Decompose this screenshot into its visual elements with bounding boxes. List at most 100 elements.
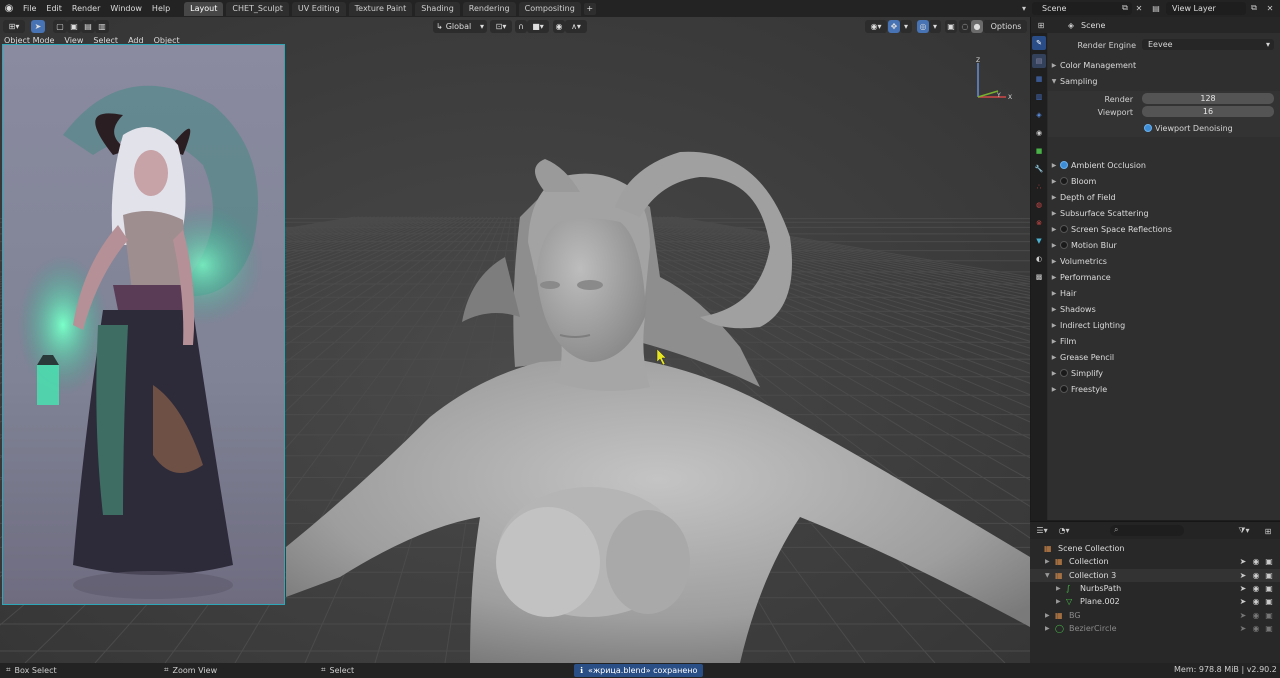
3d-viewport[interactable]: ⊞▾ ➤ ▢ ▣ ▤ ▥ ↳ Global ▾ ⊡▾ ∩ ■▾ ◉ ∧▾ ◉▾ … — [0, 17, 1030, 663]
tab-uv-editing[interactable]: UV Editing — [291, 1, 346, 16]
visibility-toggle-icon[interactable]: ◉ — [1251, 584, 1261, 593]
panel-simplify[interactable]: ▶ Simplify — [1048, 365, 1280, 381]
panel-hair[interactable]: ▶ Hair — [1048, 285, 1280, 301]
new-view-layer-icon[interactable]: ⧉ — [1248, 2, 1260, 14]
new-collection-icon[interactable]: ⊞ — [1262, 525, 1274, 537]
outliner-row[interactable]: ▶ ∫ NurbsPath ➤ ◉ ▣ — [1030, 582, 1280, 595]
render-engine-dropdown[interactable]: Eevee ▾ — [1142, 39, 1274, 50]
panel-enable-checkbox[interactable] — [1060, 369, 1068, 377]
options-button[interactable]: Options — [985, 20, 1027, 33]
output-tab-icon[interactable]: ▦ — [1032, 72, 1046, 86]
viewport-denoising-checkbox[interactable] — [1144, 124, 1152, 132]
render-toggle-icon[interactable]: ▣ — [1264, 611, 1274, 620]
render-toggle-icon[interactable]: ▣ — [1264, 557, 1274, 566]
scene-selector[interactable]: Scene — [1032, 2, 1132, 15]
display-mode-icon[interactable]: ◔▾ — [1058, 525, 1070, 537]
expand-toggle-icon[interactable]: ▶ — [1045, 612, 1050, 619]
menu-file[interactable]: File — [18, 4, 41, 13]
scene-browse-icon[interactable]: ▾ — [1018, 2, 1030, 14]
outliner-row[interactable]: ▶ ◯ BezierCircle ➤ ◉ ▣ — [1030, 622, 1280, 635]
visibility-toggle-icon[interactable]: ◉ — [1251, 597, 1261, 606]
panel-bloom[interactable]: ▶ Bloom — [1048, 173, 1280, 189]
tab-layout[interactable]: Layout — [184, 1, 224, 16]
panel-grease-pencil[interactable]: ▶ Grease Pencil — [1048, 349, 1280, 365]
select-toggle-icon[interactable]: ➤ — [1238, 584, 1248, 593]
panel-indirect-lighting[interactable]: ▶ Indirect Lighting — [1048, 317, 1280, 333]
visibility-toggle-icon[interactable]: ◉ — [1251, 611, 1261, 620]
tool-tab-icon[interactable]: ✎ — [1032, 36, 1046, 50]
navigation-gizmo[interactable]: Z Y X — [968, 57, 1018, 107]
tab-shading[interactable]: Shading — [415, 1, 460, 16]
data-tab-icon[interactable]: ▼ — [1032, 234, 1046, 248]
outliner-row[interactable]: ▶ ▦ Collection ➤ ◉ ▣ — [1030, 555, 1280, 568]
select-toggle-icon[interactable]: ➤ — [1238, 571, 1248, 580]
outliner-item-label[interactable]: Plane.002 — [1080, 597, 1120, 606]
expand-toggle-icon[interactable]: ▼ — [1045, 572, 1050, 579]
physics-tab-icon[interactable]: ◍ — [1032, 198, 1046, 212]
select-toggle-icon[interactable]: ➤ — [1238, 624, 1248, 633]
outliner-row[interactable]: ▶ ▦ BG ➤ ◉ ▣ — [1030, 609, 1280, 622]
delete-view-layer-icon[interactable]: ✕ — [1264, 2, 1276, 14]
visibility-toggle-icon[interactable]: ◉ — [1251, 624, 1261, 633]
panel-volumetrics[interactable]: ▶ Volumetrics — [1048, 253, 1280, 269]
add-workspace-button[interactable]: + — [583, 2, 596, 15]
tab-texture-paint[interactable]: Texture Paint — [348, 1, 413, 16]
panel-enable-checkbox[interactable] — [1060, 241, 1068, 249]
viewport-samples-field[interactable]: 16 — [1142, 106, 1274, 117]
panel-depth-of-field[interactable]: ▶ Depth of Field — [1048, 189, 1280, 205]
outliner-editor-type-icon[interactable]: ☰▾ — [1036, 525, 1048, 537]
menu-window[interactable]: Window — [105, 4, 147, 13]
panel-enable-checkbox[interactable] — [1060, 161, 1068, 169]
expand-toggle-icon[interactable]: ▶ — [1056, 598, 1061, 605]
panel-color-management[interactable]: ▶ Color Management — [1048, 57, 1280, 73]
delete-scene-icon[interactable]: ✕ — [1133, 2, 1145, 14]
panel-shadows[interactable]: ▶ Shadows — [1048, 301, 1280, 317]
panel-enable-checkbox[interactable] — [1060, 385, 1068, 393]
expand-toggle-icon[interactable]: ▶ — [1056, 585, 1061, 592]
render-toggle-icon[interactable]: ▣ — [1264, 624, 1274, 633]
reference-image[interactable] — [2, 44, 285, 605]
blender-logo-icon[interactable]: ◉ — [0, 3, 18, 14]
new-scene-icon[interactable]: ⧉ — [1119, 2, 1131, 14]
render-tab-icon[interactable]: ▤ — [1032, 54, 1046, 68]
expand-toggle-icon[interactable]: ▶ — [1045, 558, 1050, 565]
panel-screen-space-reflections[interactable]: ▶ Screen Space Reflections — [1048, 221, 1280, 237]
panel-enable-checkbox[interactable] — [1060, 225, 1068, 233]
panel-subsurface-scattering[interactable]: ▶ Subsurface Scattering — [1048, 205, 1280, 221]
tab-chet-sculpt[interactable]: CHET_Sculpt — [226, 1, 289, 16]
panel-freestyle[interactable]: ▶ Freestyle — [1048, 381, 1280, 397]
filter-icon[interactable]: ⧩▾ — [1238, 525, 1250, 537]
render-toggle-icon[interactable]: ▣ — [1264, 597, 1274, 606]
menu-edit[interactable]: Edit — [41, 4, 67, 13]
view-layer-browse-icon[interactable]: ▤ — [1150, 2, 1162, 14]
constraints-tab-icon[interactable]: ⊗ — [1032, 216, 1046, 230]
select-toggle-icon[interactable]: ➤ — [1238, 597, 1248, 606]
outliner-item-label[interactable]: Collection — [1069, 557, 1109, 566]
texture-tab-icon[interactable]: ▩ — [1032, 270, 1046, 284]
outliner-item-label[interactable]: Scene Collection — [1058, 544, 1125, 553]
viewport-denoising-row[interactable]: Viewport Denoising — [1048, 119, 1280, 137]
panel-enable-checkbox[interactable] — [1060, 177, 1068, 185]
scene-name[interactable]: Scene — [1042, 4, 1066, 13]
modifier-tab-icon[interactable]: 🔧 — [1032, 162, 1046, 176]
save-notification[interactable]: ℹ «жрица.blend» сохранено — [574, 664, 704, 677]
particles-tab-icon[interactable]: ∴ — [1032, 180, 1046, 194]
view-layer-name[interactable]: View Layer — [1172, 4, 1216, 13]
panel-film[interactable]: ▶ Film — [1048, 333, 1280, 349]
outliner-item-label[interactable]: Collection 3 — [1069, 571, 1116, 580]
outliner-row[interactable]: ▼ ▦ Collection 3 ➤ ◉ ▣ — [1030, 568, 1280, 582]
tab-compositing[interactable]: Compositing — [518, 1, 581, 16]
object-tab-icon[interactable]: ■ — [1032, 144, 1046, 158]
panel-sampling[interactable]: ▼ Sampling — [1048, 73, 1280, 89]
render-samples-field[interactable]: 128 — [1142, 93, 1274, 104]
view-layer-tab-icon[interactable]: ▥ — [1032, 90, 1046, 104]
view-layer-selector[interactable]: View Layer — [1166, 2, 1246, 15]
menu-help[interactable]: Help — [147, 4, 175, 13]
world-tab-icon[interactable]: ◉ — [1032, 126, 1046, 140]
outliner-item-label[interactable]: NurbsPath — [1080, 584, 1121, 593]
outliner-row[interactable]: ▦ Scene Collection — [1030, 542, 1280, 555]
outliner-row[interactable]: ▶ ▽ Plane.002 ➤ ◉ ▣ — [1030, 595, 1280, 608]
panel-motion-blur[interactable]: ▶ Motion Blur — [1048, 237, 1280, 253]
render-toggle-icon[interactable]: ▣ — [1264, 571, 1274, 580]
menu-render[interactable]: Render — [67, 4, 105, 13]
